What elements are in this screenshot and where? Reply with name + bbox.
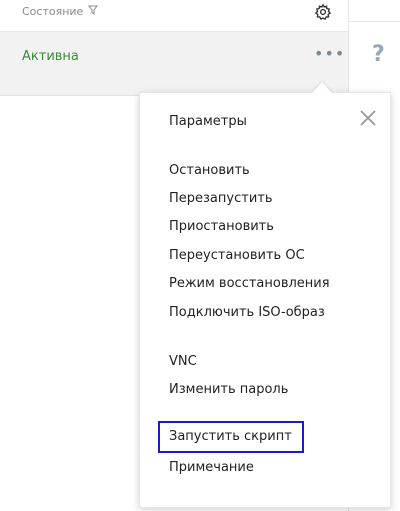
filter-icon[interactable]	[88, 5, 98, 15]
menu-item-parameters[interactable]: Параметры	[169, 114, 247, 130]
menu-item-suspend[interactable]: Приостановить	[169, 219, 274, 235]
menu-item-vnc[interactable]: VNC	[169, 354, 197, 370]
menu-item-stop[interactable]: Остановить	[169, 163, 250, 179]
column-header-status[interactable]: Состояние	[22, 5, 83, 18]
more-dots-icon[interactable]: •••	[314, 46, 345, 62]
gear-icon[interactable]	[314, 3, 332, 21]
table-header: Состояние	[0, 0, 348, 32]
menu-item-restart[interactable]: Перезапустить	[169, 191, 273, 207]
menu-item-reinstall-os[interactable]: Переустановить ОС	[169, 248, 305, 264]
menu-caret	[312, 82, 332, 93]
menu-item-recovery-mode[interactable]: Режим восстановления	[169, 276, 330, 292]
app-viewport: Состояние Активна ••• ? Параметры Остано…	[0, 0, 400, 511]
rail-top-bar	[349, 0, 400, 22]
close-icon[interactable]	[359, 109, 377, 127]
menu-item-note[interactable]: Примечание	[169, 460, 254, 476]
table-row[interactable]: Активна •••	[0, 32, 348, 96]
menu-item-run-script[interactable]: Запустить скрипт	[158, 421, 304, 453]
actions-menu: Параметры Остановить Перезапустить Приос…	[139, 92, 391, 508]
status-value: Активна	[22, 49, 79, 64]
help-icon[interactable]: ?	[372, 44, 385, 66]
menu-item-change-password[interactable]: Изменить пароль	[169, 382, 288, 398]
menu-item-mount-iso[interactable]: Подключить ISO-образ	[169, 305, 325, 321]
